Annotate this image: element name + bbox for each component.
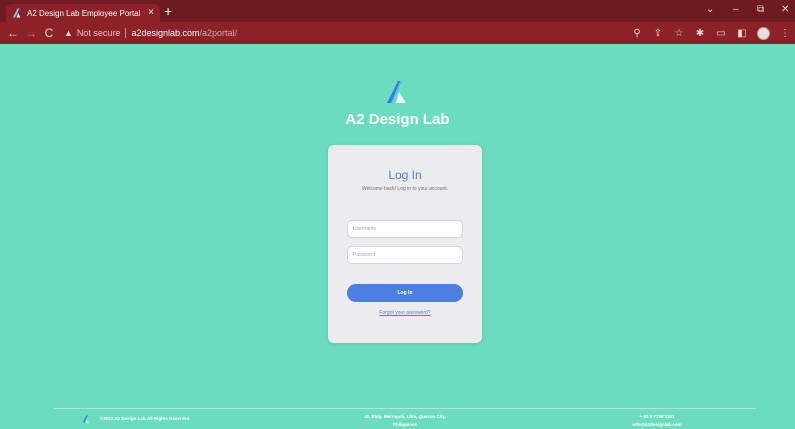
browser-tab[interactable]: A2 Design Lab Employee Portal × [6, 4, 160, 22]
url-path[interactable]: /a2portal/ [200, 28, 238, 38]
a2-favicon-icon [13, 8, 21, 18]
tab-title: A2 Design Lab Employee Portal [27, 8, 141, 18]
zoom-icon[interactable]: ⚲ [631, 28, 643, 39]
toolbar-actions: ⚲ ⇪ ☆ ✱ ▭ ◧ ⋮ [631, 22, 791, 44]
footer-phone: + 63 2 7738'1101 [639, 414, 675, 419]
tab-search-chevron-icon[interactable]: ⌄ [706, 4, 714, 16]
login-title: Log In [388, 168, 422, 182]
omnibox-divider [125, 28, 127, 38]
minimize-icon[interactable]: – [733, 4, 739, 16]
back-icon[interactable]: ← [4, 26, 22, 40]
sidepanel-icon[interactable]: ◧ [736, 28, 748, 39]
tab-strip: A2 Design Lab Employee Portal × + ⌄ – ⧉ … [0, 0, 795, 22]
browser-toolbar: ← → C ▲ Not secure a2designlab.com /a2po… [0, 22, 795, 44]
a2-logo-icon [387, 81, 406, 103]
share-icon[interactable]: ⇪ [652, 28, 664, 39]
forgot-password-link[interactable]: Forgot your password? [328, 310, 482, 316]
footer-logo-icon [82, 415, 89, 423]
reload-icon[interactable]: C [40, 26, 58, 40]
footer-contact: + 63 2 7738'1101 info@a2designlab.com [612, 413, 702, 429]
footer-copyright: ©2022 A2 Design Lab.All Rights Reserved [100, 416, 190, 421]
login-card: Log In Welcome back! Log in to your acco… [328, 145, 482, 343]
login-subtitle: Welcome back! Log in to your account. [361, 186, 449, 192]
profile-avatar[interactable] [757, 26, 770, 40]
footer-email[interactable]: info@a2designlab.com [612, 421, 702, 429]
star-icon[interactable]: ☆ [673, 28, 685, 39]
footer-divider [54, 408, 756, 409]
url-host[interactable]: a2designlab.com [131, 28, 199, 38]
address-bar[interactable]: ▲ Not secure a2designlab.com /a2portal/ [64, 25, 237, 41]
not-secure-label[interactable]: Not secure [77, 28, 121, 38]
footer-address-line2: Philippines [392, 422, 417, 427]
login-button[interactable]: Log In [347, 284, 463, 302]
tab-close-icon[interactable]: × [148, 8, 154, 18]
close-window-icon[interactable]: ✕ [781, 4, 789, 16]
brand-name: A2 Design Lab [345, 111, 450, 128]
password-input[interactable] [347, 246, 463, 264]
extensions-icon[interactable]: ✱ [694, 28, 706, 39]
warning-icon[interactable]: ▲ [64, 28, 73, 38]
menu-icon[interactable]: ⋮ [779, 28, 791, 39]
restore-icon[interactable]: ⧉ [757, 4, 764, 16]
forward-icon[interactable]: → [22, 26, 40, 40]
new-tab-button[interactable]: + [164, 3, 172, 19]
cast-icon[interactable]: ▭ [715, 28, 727, 39]
username-input[interactable] [347, 220, 463, 238]
footer-address-line1: 4F, Bldg. Metropoli, Lbta, Quezon City, [364, 414, 446, 419]
footer-address: 4F, Bldg. Metropoli, Lbta, Quezon City, … [355, 413, 455, 429]
